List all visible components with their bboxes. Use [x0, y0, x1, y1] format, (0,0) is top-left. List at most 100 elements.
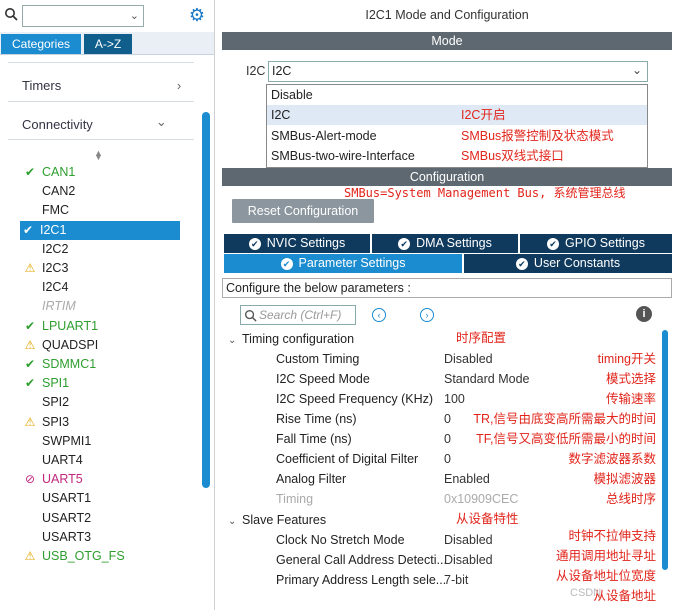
smbus-annotation: SMBus=System Management Bus, 系统管理总线 — [344, 186, 626, 200]
annotation: TF,信号又高变低所需最小的时间 — [476, 432, 656, 446]
scrollbar[interactable] — [662, 330, 668, 570]
reset-configuration-button[interactable]: Reset Configuration — [232, 199, 374, 223]
search-icon — [5, 8, 18, 21]
category-connectivity[interactable]: Connectivity ⌄ — [22, 114, 167, 136]
category-timers[interactable]: Timers › — [22, 75, 181, 97]
settings-tabs: ✔ NVIC Settings ✔ DMA Settings ✔ GPIO Setti… — [224, 234, 672, 274]
search-icon — [244, 309, 257, 322]
parameter-value[interactable]: 0x10909CEC — [444, 492, 518, 506]
parameter-value[interactable]: 0 — [444, 432, 451, 446]
tab-label: GPIO Settings — [565, 236, 645, 250]
annotation: SMBus报警控制及状态模式 — [461, 129, 614, 143]
chevron-down-icon[interactable]: ⌄ — [228, 516, 242, 527]
parameter-name: General Call Address Detecti... — [276, 553, 447, 567]
parameter-name: Analog Filter — [276, 472, 347, 486]
check-icon: ✔ — [24, 376, 36, 391]
mode-dropdown-list: Disable I2C I2C开启 SMBus-Alert-mode SMBus… — [266, 84, 648, 168]
option-disable[interactable]: Disable — [267, 85, 647, 105]
tab-categories[interactable]: Categories — [1, 34, 81, 54]
group-slave-features[interactable]: ⌄ Slave Features — [228, 513, 326, 527]
tab-gpio-settings[interactable]: ✔ GPIO Settings — [520, 234, 672, 253]
page-title: I2C1 Mode and Configuration — [365, 8, 529, 22]
divider — [8, 101, 194, 102]
parameter-value[interactable]: 0 — [444, 412, 451, 426]
group-timing-configuration[interactable]: ⌄ Timing configuration — [228, 332, 354, 346]
parameter-value[interactable]: 100 — [444, 392, 465, 406]
parameter-name: Clock No Stretch Mode — [276, 533, 405, 547]
watermark: CSDN — [570, 587, 602, 599]
category-label: Connectivity — [22, 117, 93, 132]
annotation: timing开关 — [597, 352, 656, 366]
tab-nvic-settings[interactable]: ✔ NVIC Settings — [224, 234, 372, 253]
option-label: Disable — [271, 88, 313, 102]
tab-user-constants[interactable]: ✔ User Constants — [464, 254, 672, 273]
peripheral-label: CAN2 — [42, 184, 76, 199]
annotation: 传输速率 — [605, 392, 656, 406]
option-i2c[interactable]: I2C I2C开启 — [267, 105, 647, 125]
scrollbar[interactable] — [202, 112, 210, 488]
peripheral-label: I2C2 — [42, 241, 69, 256]
annotation: 总线时序 — [605, 492, 656, 506]
tab-label: User Constants — [533, 256, 621, 270]
annotation: 时钟不拉伸支持 — [568, 529, 656, 543]
warning-icon: ⚠ — [24, 414, 36, 429]
previous-icon[interactable]: ‹ — [372, 308, 386, 322]
peripheral-label: SPI3 — [42, 414, 70, 429]
info-icon[interactable]: i — [636, 306, 652, 322]
annotation: I2C开启 — [461, 108, 506, 122]
peripheral-label: I2C1 — [40, 222, 67, 237]
parameter-value[interactable]: 0 — [444, 452, 451, 466]
peripheral-label: IRTIM — [42, 299, 76, 314]
peripheral-item[interactable]: ✔ I2C1 — [20, 220, 180, 240]
sort-icon[interactable]: ▲ ▼ — [94, 148, 103, 168]
parameter-search-input[interactable]: Search (Ctrl+F) — [240, 305, 356, 325]
parameter-name: Timing — [276, 492, 314, 506]
warning-icon: ⚠ — [24, 549, 36, 563]
chevron-right-icon[interactable]: › — [177, 75, 181, 97]
annotation: 从设备地址位宽度 — [555, 569, 656, 583]
i2c-mode-select[interactable]: I2C ⌄ — [268, 61, 648, 82]
category-tabs: Categories A->Z — [0, 32, 214, 55]
warning-icon: ⚠ — [24, 337, 36, 352]
parameter-value[interactable]: Disabled — [444, 533, 493, 547]
tab-parameter-settings[interactable]: ✔ Parameter Settings — [224, 254, 464, 273]
tab-dma-settings[interactable]: ✔ DMA Settings — [372, 234, 520, 253]
peripheral-label: I2C4 — [42, 280, 69, 295]
peripheral-label: USART2 — [42, 510, 92, 525]
tab-a-z[interactable]: A->Z — [84, 34, 132, 54]
select-value: I2C — [272, 64, 292, 78]
peripheral-label: I2C3 — [42, 261, 69, 275]
next-icon[interactable]: › — [420, 308, 434, 322]
tab-label: DMA Settings — [416, 236, 492, 250]
parameter-value[interactable]: 7-bit — [444, 573, 468, 587]
parameter-name: I2C Speed Frequency (KHz) — [276, 392, 434, 406]
tab-label: NVIC Settings — [266, 236, 346, 250]
peripheral-label: SDMMC1 — [42, 357, 97, 371]
chevron-down-icon[interactable]: ⌄ — [156, 111, 167, 133]
divider — [8, 139, 194, 140]
peripheral-label: USB_OTG_FS — [42, 549, 125, 563]
check-circle-icon: ✔ — [280, 257, 293, 270]
chevron-down-icon[interactable]: ⌄ — [632, 63, 642, 77]
option-label: SMBus-Alert-mode — [271, 129, 377, 143]
parameter-name: Coefficient of Digital Filter — [276, 452, 419, 466]
parameter-value[interactable]: Disabled — [444, 352, 493, 366]
parameter-value[interactable]: Enabled — [444, 472, 490, 486]
search-input[interactable]: ⌄ — [22, 5, 144, 27]
check-icon: ✔ — [24, 165, 36, 179]
option-smbus-alert[interactable]: SMBus-Alert-mode SMBus报警控制及状态模式 — [267, 126, 647, 146]
gear-icon[interactable]: ⚙ — [187, 5, 207, 25]
i2c-mode-label: I2C — [246, 64, 266, 78]
parameter-value[interactable]: Standard Mode — [444, 372, 529, 386]
parameter-value[interactable]: Disabled — [444, 553, 493, 567]
chevron-down-icon[interactable]: ⌄ — [130, 9, 139, 22]
chevron-down-icon[interactable]: ⌄ — [228, 335, 242, 346]
group-label: Timing configuration — [242, 332, 355, 346]
peripheral-label: CAN1 — [42, 165, 76, 179]
check-circle-icon: ✔ — [22, 222, 34, 237]
divider — [8, 62, 194, 63]
peripheral-label: LPUART1 — [42, 318, 99, 333]
blocked-icon: ⊘ — [24, 472, 36, 487]
option-smbus-two-wire[interactable]: SMBus-two-wire-Interface SMBus双线式接口 — [267, 146, 647, 166]
peripheral-label: USART1 — [42, 491, 92, 506]
